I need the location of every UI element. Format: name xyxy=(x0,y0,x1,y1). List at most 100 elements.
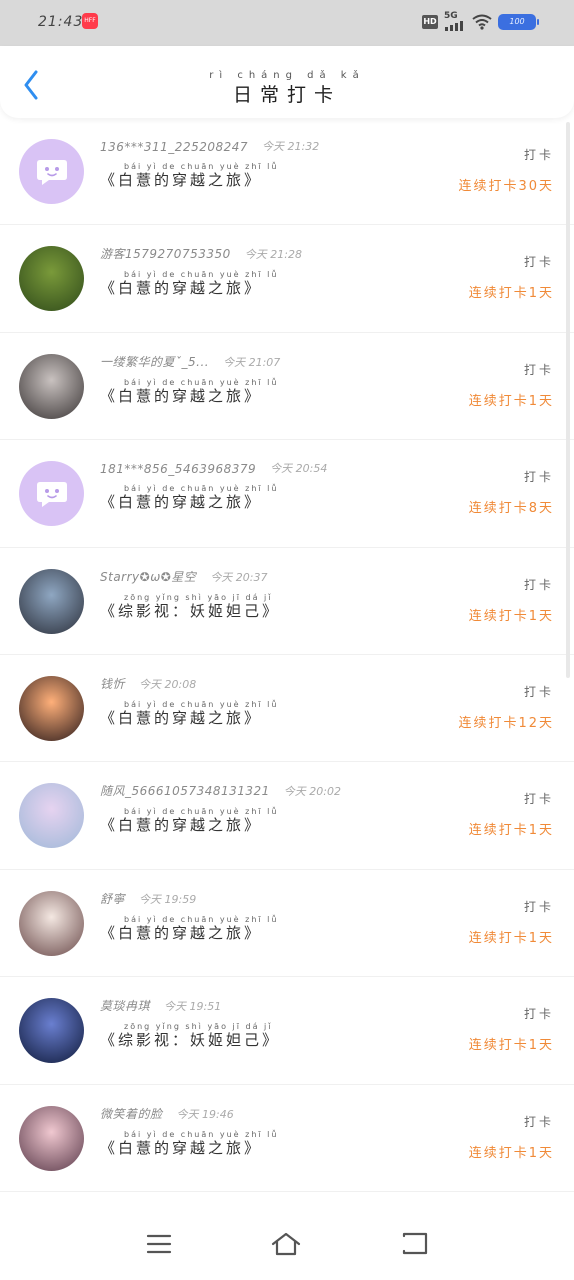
streak-count: 连续打卡1天 xyxy=(468,823,554,839)
user-name: 钱忻 xyxy=(100,676,126,691)
checkin-label: 打卡 xyxy=(523,148,554,162)
checkin-label: 打卡 xyxy=(523,362,554,377)
streak-count: 连续打卡12天 xyxy=(458,715,554,731)
name-line: 舒寧 今天 19:59 xyxy=(100,890,404,907)
user-name: 随风_56661057348131321 xyxy=(100,784,270,799)
checkin-time: 今天 20:02 xyxy=(283,785,341,799)
name-line: 181***856_5463968379 今天 20:54 xyxy=(100,460,404,476)
book-title-text: 《白薏的穿越之旅》 xyxy=(100,923,263,942)
signal-icon: 5G xyxy=(444,11,466,31)
book-title[interactable]: bái yì de chuān yuè zhī lǚ 《白薏的穿越之旅》 xyxy=(100,807,404,835)
streak-count: 连续打卡1天 xyxy=(468,393,554,409)
avatar[interactable] xyxy=(19,461,84,527)
list-item[interactable]: 181***856_5463968379 今天 20:54 bái yì de ch… xyxy=(0,440,574,548)
name-line: 136***311_225208247 今天 21:32 xyxy=(100,138,404,154)
user-name: 舒寧 xyxy=(100,891,126,906)
list-item[interactable]: 微笑着的脸 今天 19:46 bái yì de chuān yuè zhī lǚ 《… xyxy=(0,1085,574,1192)
checkin-status: 打卡 连续打卡1天 xyxy=(469,253,554,301)
user-name: 136***311_225208247 xyxy=(100,140,249,154)
streak-count: 连续打卡1天 xyxy=(468,608,554,624)
book-title[interactable]: bái yì de chuān yuè zhī lǚ 《白薏的穿越之旅》 xyxy=(100,1130,404,1158)
item-meta: 随风_56661057348131321 今天 20:02 bái yì de ch… xyxy=(100,782,404,835)
book-title-text: 《综影视：妖姬妲己》 xyxy=(100,601,281,620)
chat-bubble-icon xyxy=(36,159,67,185)
status-time: 21:43 xyxy=(38,14,84,30)
return-icon xyxy=(402,1232,428,1255)
book-title-text: 《白薏的穿越之旅》 xyxy=(100,1138,263,1157)
app-notification-icon: HFF xyxy=(82,13,98,29)
checkin-label: 打卡 xyxy=(523,1114,554,1129)
book-title-pinyin: zōng yǐng shì yāo jī dá jǐ xyxy=(124,1022,273,1032)
list-item[interactable]: 136***311_225208247 今天 21:32 bái yì de chu… xyxy=(0,118,574,226)
book-title[interactable]: bái yì de chuān yuè zhī lǚ 《白薏的穿越之旅》 xyxy=(100,162,404,190)
avatar[interactable] xyxy=(19,783,84,849)
book-title[interactable]: bái yì de chuān yuè zhī lǚ 《白薏的穿越之旅》 xyxy=(100,270,404,298)
checkin-status: 打卡 连续打卡30天 xyxy=(458,146,554,194)
list-item[interactable]: 钱忻 今天 20:08 bái yì de chuān yuè zhī lǚ 《白薏的… xyxy=(0,655,574,763)
back-nav-button[interactable] xyxy=(398,1230,430,1258)
item-meta: 游客1579270753350 今天 21:28 bái yì de chuān y… xyxy=(100,245,404,298)
checkin-time: 今天 21:07 xyxy=(223,355,281,369)
hd-icon: HD xyxy=(422,15,438,29)
book-title[interactable]: bái yì de chuān yuè zhī lǚ 《白薏的穿越之旅》 xyxy=(100,700,404,728)
list-item[interactable]: Starry✪ω✪星空 今天 20:37 zōng yǐng shì yāo jī … xyxy=(0,548,574,655)
checkin-status: 打卡连续打卡12天 xyxy=(458,683,554,731)
scrollbar[interactable] xyxy=(566,122,570,678)
checkin-label: 打卡 xyxy=(523,684,554,699)
checkin-label: 打卡 xyxy=(523,470,554,485)
user-name: 微笑着的脸 xyxy=(100,1106,163,1121)
avatar[interactable] xyxy=(19,246,84,312)
avatar[interactable] xyxy=(19,139,84,204)
checkin-status: 打卡连续打卡1天 xyxy=(469,361,554,409)
checkin-status: 打卡 连续打卡1天 xyxy=(469,898,554,946)
battery-icon: 100 xyxy=(498,14,539,30)
item-meta: 钱忻 今天 20:08 bái yì de chuān yuè zhī lǚ 《白薏的… xyxy=(100,675,404,728)
item-meta: 181***856_5463968379 今天 20:54 bái yì de ch… xyxy=(100,460,404,512)
wifi-icon xyxy=(472,14,492,30)
item-meta: Starry✪ω✪星空 今天 20:37 zōng yǐng shì yāo jī … xyxy=(100,568,404,621)
name-line: Starry✪ω✪星空 今天 20:37 xyxy=(100,568,404,585)
book-title-pinyin: bái yì de chuān yuè zhī lǚ xyxy=(124,377,279,387)
avatar[interactable] xyxy=(19,353,84,419)
avatar[interactable] xyxy=(19,568,84,634)
book-title-text: 《白薏的穿越之旅》 xyxy=(100,386,263,405)
list-item[interactable]: 一缕繁华的夏ˇ_5... 今天 21:07 bái yì de chuān yuè … xyxy=(0,333,574,441)
list-item[interactable]: 莫琰冉琪 今天 19:51 zōng yǐng shì yāo jī dá jǐ 《综… xyxy=(0,977,574,1085)
menu-icon xyxy=(146,1234,172,1254)
book-title-text: 《白薏的穿越之旅》 xyxy=(100,493,263,512)
item-meta: 舒寧 今天 19:59 bái yì de chuān yuè zhī lǚ 《白薏的… xyxy=(100,890,404,943)
book-title[interactable]: zōng yǐng shì yāo jī dá jǐ 《综影视：妖姬妲己》 xyxy=(100,593,404,621)
avatar[interactable] xyxy=(19,998,84,1064)
home-icon xyxy=(271,1232,301,1256)
book-title-text: 《综影视：妖姬妲己》 xyxy=(100,1031,281,1050)
checkin-label: 打卡 xyxy=(523,577,554,592)
book-title-text: 《白薏的穿越之旅》 xyxy=(100,279,263,298)
item-meta: 136***311_225208247 今天 21:32 bái yì de chu… xyxy=(100,138,404,190)
streak-count: 连续打卡1天 xyxy=(468,286,554,302)
book-title-pinyin: bái yì de chuān yuè zhī lǚ xyxy=(124,807,279,817)
checkin-status: 打卡 连续打卡1天 xyxy=(469,1005,554,1053)
book-title[interactable]: bái yì de chuān yuè zhī lǚ 《白薏的穿越之旅》 xyxy=(100,484,404,512)
avatar[interactable] xyxy=(19,675,84,741)
menu-button[interactable] xyxy=(143,1230,175,1258)
status-bar: 21:43 HFF HD 5G 100 xyxy=(0,0,574,46)
status-icons: HD 5G 100 xyxy=(422,11,539,32)
chat-bubble-icon xyxy=(36,481,67,507)
user-name: 游客1579270753350 xyxy=(100,247,231,262)
name-line: 一缕繁华的夏ˇ_5... 今天 21:07 xyxy=(100,353,404,370)
book-title[interactable]: bái yì de chuān yuè zhī lǚ 《白薏的穿越之旅》 xyxy=(100,378,404,406)
book-title[interactable]: zōng yǐng shì yāo jī dá jǐ 《综影视：妖姬妲己》 xyxy=(100,1022,404,1050)
list-item[interactable]: 随风_56661057348131321 今天 20:02 bái yì de ch… xyxy=(0,762,574,870)
page-title: rì cháng dǎ kǎ 日常打卡 xyxy=(0,70,574,107)
list-item[interactable]: 舒寧 今天 19:59 bái yì de chuān yuè zhī lǚ 《白薏的… xyxy=(0,870,574,978)
checkin-label: 打卡 xyxy=(523,792,554,807)
checkin-time: 今天 21:32 xyxy=(262,140,320,153)
list-item[interactable]: 游客1579270753350 今天 21:28 bái yì de chuān y… xyxy=(0,225,574,333)
item-meta: 微笑着的脸 今天 19:46 bái yì de chuān yuè zhī lǚ 《… xyxy=(100,1105,404,1158)
book-title[interactable]: bái yì de chuān yuè zhī lǚ 《白薏的穿越之旅》 xyxy=(100,915,404,943)
streak-count: 连续打卡8天 xyxy=(468,501,554,517)
home-button[interactable] xyxy=(270,1230,302,1258)
avatar[interactable] xyxy=(19,890,84,956)
checkin-list[interactable]: 136***311_225208247 今天 21:32 bái yì de chu… xyxy=(0,118,574,1200)
avatar[interactable] xyxy=(19,1105,84,1171)
